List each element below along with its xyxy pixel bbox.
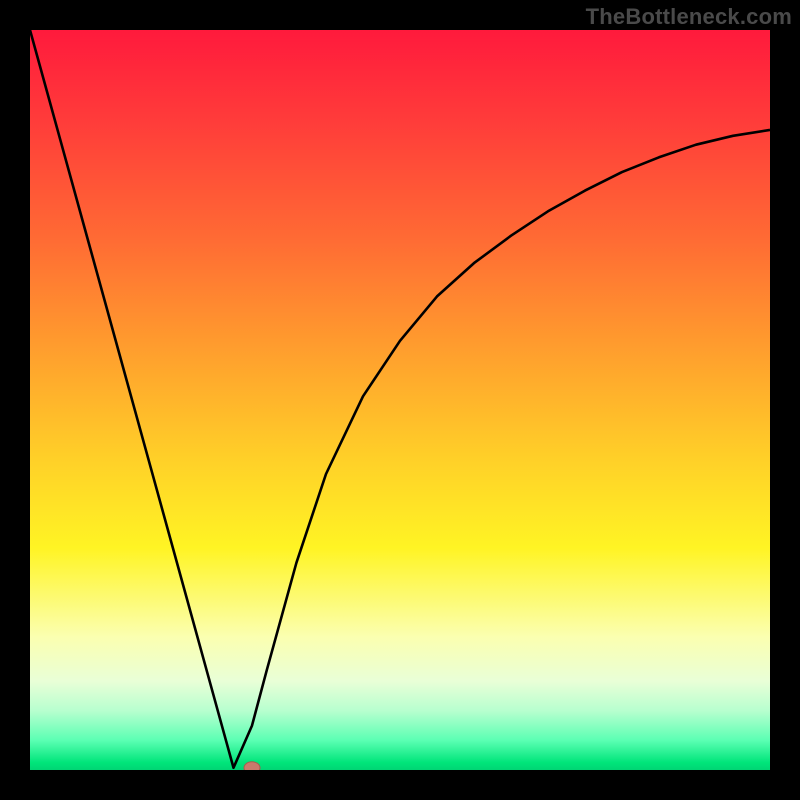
optimum-marker: [244, 762, 260, 770]
bottleneck-curve: [30, 30, 770, 768]
curve-svg: [30, 30, 770, 770]
plot-area: [30, 30, 770, 770]
watermark-text: TheBottleneck.com: [586, 4, 792, 30]
chart-frame: TheBottleneck.com: [0, 0, 800, 800]
